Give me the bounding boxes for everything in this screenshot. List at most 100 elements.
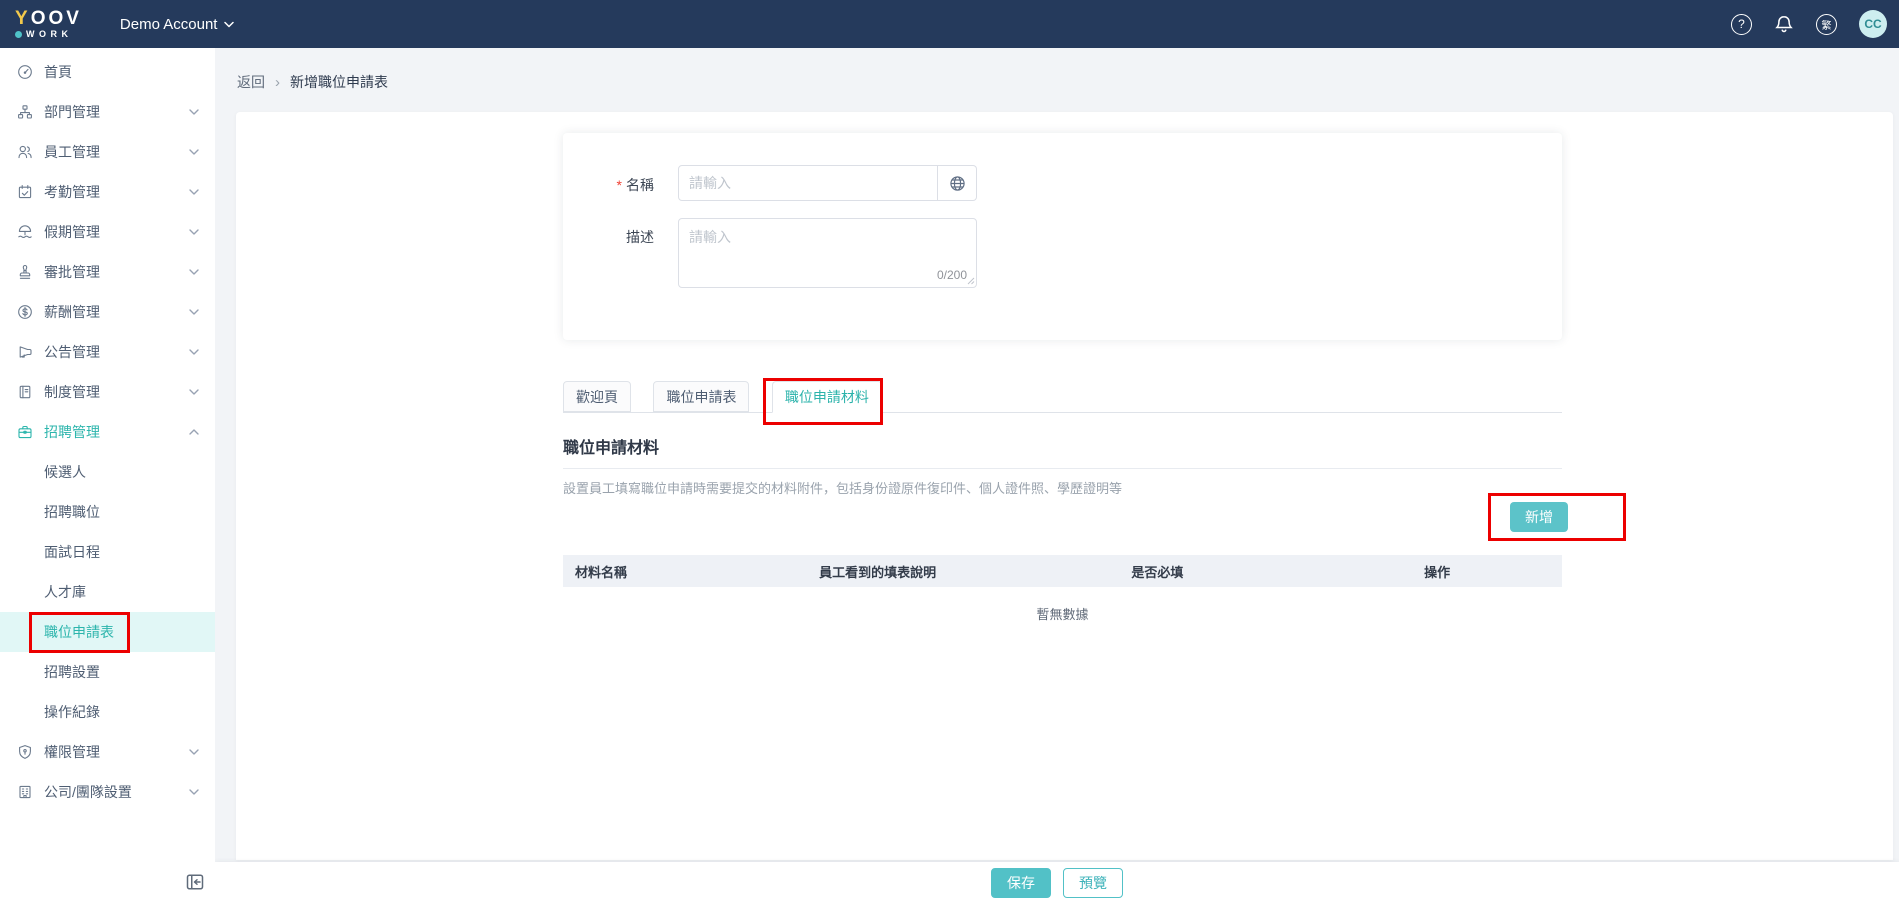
table-empty-state: 暫無數據 [563,604,1562,623]
logo-text: YOOV [15,9,82,28]
sidebar-item-recruitment[interactable]: 招聘管理 [0,412,215,452]
chevron-down-icon [224,21,234,28]
sidebar-item-interview-schedule[interactable]: 面試日程 [0,532,215,572]
breadcrumb-back-link[interactable]: 返回 [237,72,265,92]
sidebar-item-label: 招聘設置 [44,662,100,682]
logo-oov: OOV [31,8,82,29]
footer-actions-bar: 保存 預覽 [215,862,1899,904]
chevron-down-icon [189,229,199,235]
handbook-icon [17,384,33,400]
sidebar-item-operation-records[interactable]: 操作紀錄 [0,692,215,732]
sidebar-item-label: 制度管理 [44,382,100,402]
form-card: *名稱 描述 0/200 [563,133,1562,340]
sidebar-item-company-settings[interactable]: 公司/團隊設置 [0,772,215,812]
column-header-instructions: 員工看到的填表說明 [753,562,1003,581]
shield-icon [17,744,33,760]
column-header-required: 是否必填 [1003,562,1313,581]
avatar-initials: CC [1864,17,1881,31]
sidebar-item-approvals[interactable]: 審批管理 [0,252,215,292]
language-toggle[interactable]: 繁 [1816,14,1837,35]
chevron-down-icon [189,789,199,795]
sidebar-item-label: 薪酬管理 [44,302,100,322]
description-textarea-wrap: 0/200 [678,218,977,288]
sidebar-item-job-application-form[interactable]: 職位申請表 [0,612,215,652]
notification-bell-icon[interactable] [1774,14,1794,34]
language-glyph: 繁 [1822,17,1832,32]
sidebar-item-label: 操作紀錄 [44,702,100,722]
chevron-down-icon [189,269,199,275]
tab-job-application-materials[interactable]: 職位申請材料 [772,381,882,413]
tab-label: 歡迎頁 [576,387,618,407]
sidebar-item-job-positions[interactable]: 招聘職位 [0,492,215,532]
sidebar-item-label: 考勤管理 [44,182,100,202]
breadcrumb-current: 新增職位申請表 [290,72,388,92]
name-input[interactable] [678,165,938,201]
user-avatar[interactable]: CC [1859,10,1887,38]
column-header-actions: 操作 [1312,562,1562,581]
people-icon [17,144,33,160]
sidebar-item-label: 部門管理 [44,102,100,122]
sidebar-item-departments[interactable]: 部門管理 [0,92,215,132]
account-switcher[interactable]: Demo Account [120,16,235,33]
main-content-panel: *名稱 描述 0/200 歡迎頁 職位申請表 職位申請材料 職位申請材料 設置員… [236,112,1893,860]
sidebar-item-attendance[interactable]: 考勤管理 [0,172,215,212]
sidebar-item-employees[interactable]: 員工管理 [0,132,215,172]
megaphone-icon [17,344,33,360]
sidebar-item-recruitment-settings[interactable]: 招聘設置 [0,652,215,692]
resize-handle-icon[interactable] [966,276,975,285]
chevron-down-icon [189,349,199,355]
app-window: YOOV WORK Demo Account ? 繁 CC 首頁 [0,0,1899,904]
tab-label: 職位申請材料 [785,387,869,407]
calendar-check-icon [17,184,33,200]
logo-dot-icon [15,31,22,38]
materials-table-header: 材料名稱 員工看到的填表說明 是否必填 操作 [563,555,1562,587]
sidebar-item-candidates[interactable]: 候選人 [0,452,215,492]
chevron-down-icon [189,749,199,755]
column-header-material-name: 材料名稱 [563,562,753,581]
sidebar-item-home[interactable]: 首頁 [0,52,215,92]
sidebar-item-leave[interactable]: 假期管理 [0,212,215,252]
dollar-circle-icon [17,304,33,320]
chevron-down-icon [189,109,199,115]
stamp-icon [17,264,33,280]
section-divider [563,468,1562,469]
tab-job-application-form[interactable]: 職位申請表 [653,381,749,412]
chevron-down-icon [189,189,199,195]
sidebar-item-payroll[interactable]: 薪酬管理 [0,292,215,332]
sidebar-item-label: 人才庫 [44,582,86,602]
sidebar-item-permissions[interactable]: 權限管理 [0,732,215,772]
name-input-group [678,165,977,201]
sidebar-menu: 首頁 部門管理 員工管理 考勤管理 假期管理 [0,48,215,812]
save-button[interactable]: 保存 [991,868,1051,898]
help-icon[interactable]: ? [1731,14,1752,35]
org-chart-icon [17,104,33,120]
vacation-icon [17,224,33,240]
preview-button[interactable]: 預覽 [1063,868,1123,898]
sidebar-item-label: 面試日程 [44,542,100,562]
logo-work: WORK [26,30,73,39]
translate-addon-button[interactable] [938,165,977,201]
sidebar-item-label: 首頁 [44,62,72,82]
section-description: 設置員工填寫職位申請時需要提交的材料附件，包括身份證原件復印件、個人證件照、學歷… [563,478,1562,497]
sidebar-item-label: 權限管理 [44,742,100,762]
sidebar-item-label: 審批管理 [44,262,100,282]
logo-subline: WORK [15,30,82,39]
breadcrumb-separator: › [275,74,280,91]
yoov-work-logo[interactable]: YOOV WORK [15,9,82,39]
tab-welcome-page[interactable]: 歡迎頁 [563,381,631,412]
globe-icon [949,175,966,192]
header-actions: ? 繁 CC [1731,10,1899,38]
sidebar-item-label: 職位申請表 [44,622,114,642]
add-button[interactable]: 新增 [1510,502,1568,532]
sidebar-item-talent-pool[interactable]: 人才庫 [0,572,215,612]
sidebar-item-policies[interactable]: 制度管理 [0,372,215,412]
logo-y: Y [15,8,31,29]
briefcase-icon [17,424,33,440]
sidebar-collapse-icon[interactable] [185,872,205,892]
sidebar-item-label: 公告管理 [44,342,100,362]
top-header: YOOV WORK Demo Account ? 繁 CC [0,0,1899,48]
description-textarea[interactable] [678,218,977,288]
sidebar-item-label: 員工管理 [44,142,100,162]
content-tabs: 歡迎頁 職位申請表 職位申請材料 [563,381,1562,413]
sidebar-item-announcements[interactable]: 公告管理 [0,332,215,372]
